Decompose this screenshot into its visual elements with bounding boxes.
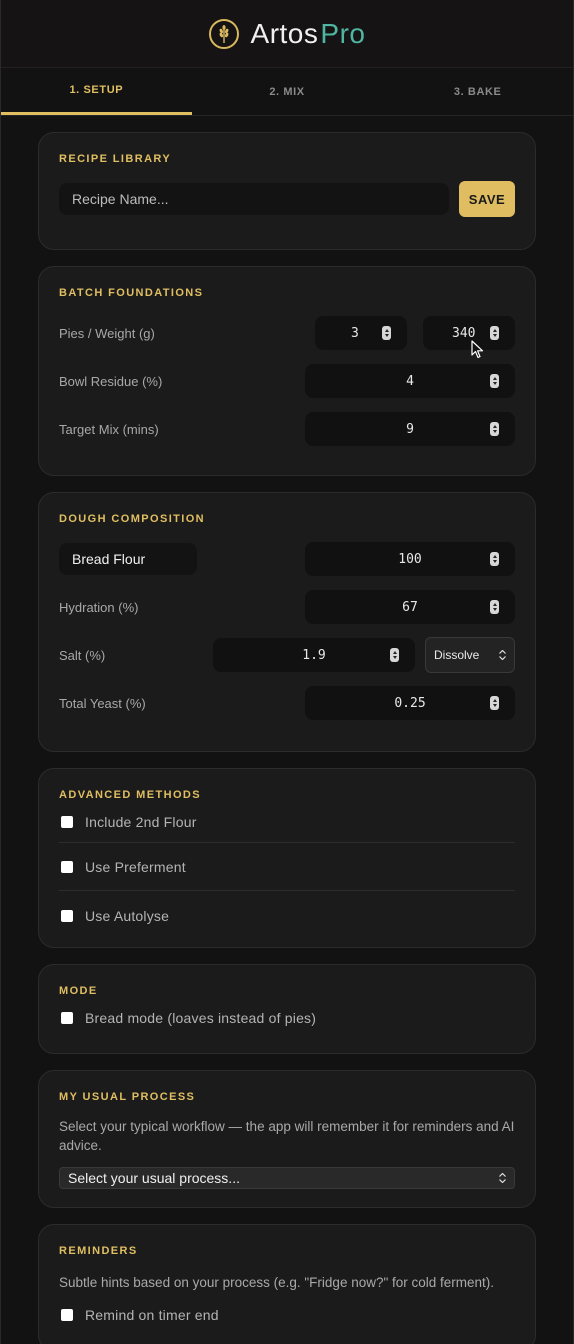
usual-process-value: Select your usual process... <box>68 1170 240 1186</box>
recipe-name-input[interactable]: Recipe Name... <box>59 183 449 215</box>
bowl-residue-label: Bowl Residue (%) <box>59 373 163 389</box>
yeast-stepper-icon[interactable] <box>490 696 499 710</box>
app-frame: ArtosPro 1. SETUP 2. MIX 3. BAKE RECIPE … <box>0 0 574 1344</box>
include-2nd-flour-checkbox[interactable] <box>61 815 73 828</box>
salt-label: Salt (%) <box>59 647 106 663</box>
yeast-row: Total Yeast (%) 0.25 <box>59 679 515 727</box>
option-label: Include 2nd Flour <box>85 813 197 830</box>
card-title: ADVANCED METHODS <box>59 789 201 801</box>
yeast-value: 0.25 <box>394 695 426 711</box>
flour-row: Bread Flour 100 <box>59 535 515 583</box>
card-title: DOUGH COMPOSITION <box>59 513 206 525</box>
bowl-residue-value: 4 <box>406 373 414 389</box>
bowl-residue-row: Bowl Residue (%) 4 <box>59 357 515 405</box>
card-title: BATCH FOUNDATIONS <box>59 287 204 299</box>
weight-input[interactable]: 340 <box>423 316 515 350</box>
use-autolyse-option[interactable]: Use Autolyse <box>59 891 515 941</box>
card-title: MODE <box>59 985 98 997</box>
pies-weight-label: Pies / Weight (g) <box>59 325 155 341</box>
tab-bake[interactable]: 3. BAKE <box>382 68 573 115</box>
hydration-value: 67 <box>402 599 418 615</box>
hydration-input[interactable]: 67 <box>305 590 515 624</box>
select-chevron-icon <box>499 650 506 660</box>
remind-timer-checkbox[interactable] <box>61 1309 73 1321</box>
card-title: RECIPE LIBRARY <box>59 153 172 165</box>
usual-process-select[interactable]: Select your usual process... <box>59 1167 515 1189</box>
weight-value: 340 <box>452 325 476 341</box>
card-title: REMINDERS <box>59 1245 138 1257</box>
usual-process-card: MY USUAL PROCESS Select your typical wor… <box>38 1070 536 1208</box>
flour-percent-value: 100 <box>398 551 422 567</box>
weight-stepper-icon[interactable] <box>490 326 499 340</box>
yeast-input[interactable]: 0.25 <box>305 686 515 720</box>
flour-type-selector[interactable]: Bread Flour <box>59 543 197 575</box>
setup-content: RECIPE LIBRARY Recipe Name... SAVE BATCH… <box>1 116 573 1344</box>
select-chevron-icon <box>499 1173 506 1183</box>
salt-stepper-icon[interactable] <box>390 648 399 662</box>
pies-count-value: 3 <box>351 325 359 341</box>
wheat-icon <box>208 18 239 49</box>
remind-timer-label: Remind on timer end <box>85 1307 219 1323</box>
hydration-row: Hydration (%) 67 <box>59 583 515 631</box>
option-label: Use Preferment <box>85 858 186 875</box>
flour-stepper-icon[interactable] <box>490 552 499 566</box>
salt-row: Salt (%) 1.9 Dissolve <box>59 631 515 679</box>
bread-mode-option[interactable]: Bread mode (loaves instead of pies) <box>59 997 515 1039</box>
salt-input[interactable]: 1.9 <box>213 638 415 672</box>
app-header: ArtosPro <box>1 0 573 68</box>
target-mix-row: Target Mix (mins) 9 <box>59 405 515 453</box>
pies-weight-row: Pies / Weight (g) 3 340 <box>59 309 515 357</box>
residue-stepper-icon[interactable] <box>490 374 499 388</box>
bread-mode-checkbox[interactable] <box>61 1012 73 1024</box>
remind-timer-option[interactable]: Remind on timer end <box>59 1300 515 1330</box>
brand-logo: ArtosPro <box>251 18 366 50</box>
use-preferment-option[interactable]: Use Preferment <box>59 843 515 891</box>
tab-mix[interactable]: 2. MIX <box>192 68 383 115</box>
recipe-library-card: RECIPE LIBRARY Recipe Name... SAVE <box>38 132 536 250</box>
reminders-description: Subtle hints based on your process (e.g.… <box>59 1275 495 1290</box>
flour-name: Bread Flour <box>72 551 146 567</box>
target-mix-input[interactable]: 9 <box>305 412 515 446</box>
tab-setup[interactable]: 1. SETUP <box>1 68 192 115</box>
pies-count-input[interactable]: 3 <box>315 316 407 350</box>
step-tabs: 1. SETUP 2. MIX 3. BAKE <box>1 68 573 116</box>
card-title: MY USUAL PROCESS <box>59 1091 196 1103</box>
advanced-methods-card: ADVANCED METHODS Include 2nd Flour Use P… <box>38 768 536 948</box>
batch-foundations-card: BATCH FOUNDATIONS Pies / Weight (g) 3 34… <box>38 266 536 476</box>
salt-method-select[interactable]: Dissolve <box>425 637 515 673</box>
use-autolyse-checkbox[interactable] <box>61 910 73 922</box>
salt-value: 1.9 <box>302 647 326 663</box>
target-mix-value: 9 <box>406 421 414 437</box>
save-button[interactable]: SAVE <box>459 181 515 217</box>
option-label: Use Autolyse <box>85 908 170 924</box>
mix-stepper-icon[interactable] <box>490 422 499 436</box>
bowl-residue-input[interactable]: 4 <box>305 364 515 398</box>
pies-stepper-icon[interactable] <box>382 326 391 340</box>
reminders-card: REMINDERS Subtle hints based on your pro… <box>38 1224 536 1344</box>
mode-card: MODE Bread mode (loaves instead of pies) <box>38 964 536 1054</box>
salt-method-value: Dissolve <box>434 648 480 662</box>
target-mix-label: Target Mix (mins) <box>59 421 159 437</box>
brand-main: Artos <box>250 17 319 49</box>
bread-mode-label: Bread mode (loaves instead of pies) <box>85 1010 317 1026</box>
flour-percent-input[interactable]: 100 <box>305 542 515 576</box>
process-description: Select your typical workflow — the app w… <box>59 1119 515 1153</box>
recipe-name-placeholder: Recipe Name... <box>72 191 169 207</box>
use-preferment-checkbox[interactable] <box>61 860 73 873</box>
yeast-label: Total Yeast (%) <box>59 695 146 711</box>
brand-accent: Pro <box>320 17 366 49</box>
hydration-label: Hydration (%) <box>59 599 139 615</box>
hydration-stepper-icon[interactable] <box>490 600 499 614</box>
include-2nd-flour-option[interactable]: Include 2nd Flour <box>59 801 515 843</box>
dough-composition-card: DOUGH COMPOSITION Bread Flour 100 Hydrat… <box>38 492 536 752</box>
